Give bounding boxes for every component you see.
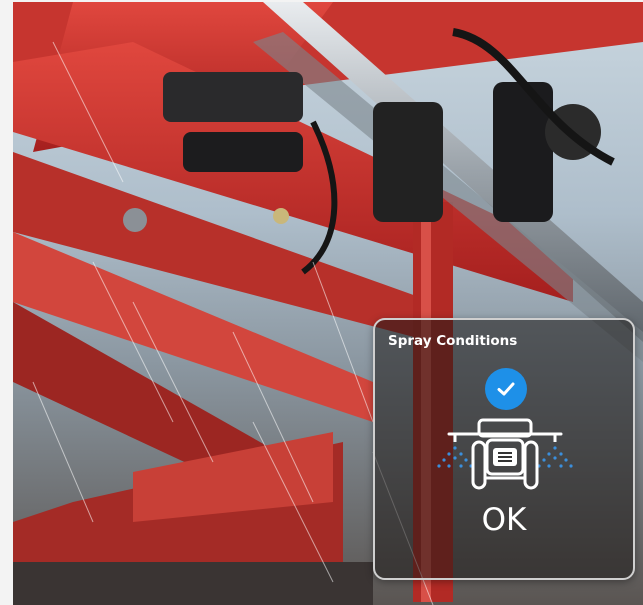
card-title: Spray Conditions bbox=[388, 333, 518, 349]
spray-status-text: OK bbox=[481, 502, 527, 538]
sprayer-tractor-icon bbox=[437, 418, 573, 490]
spray-photo-panel: Spray Conditions OK bbox=[13, 2, 643, 605]
check-circle-icon bbox=[485, 368, 527, 410]
spray-conditions-card[interactable]: Spray Conditions OK bbox=[373, 318, 635, 580]
